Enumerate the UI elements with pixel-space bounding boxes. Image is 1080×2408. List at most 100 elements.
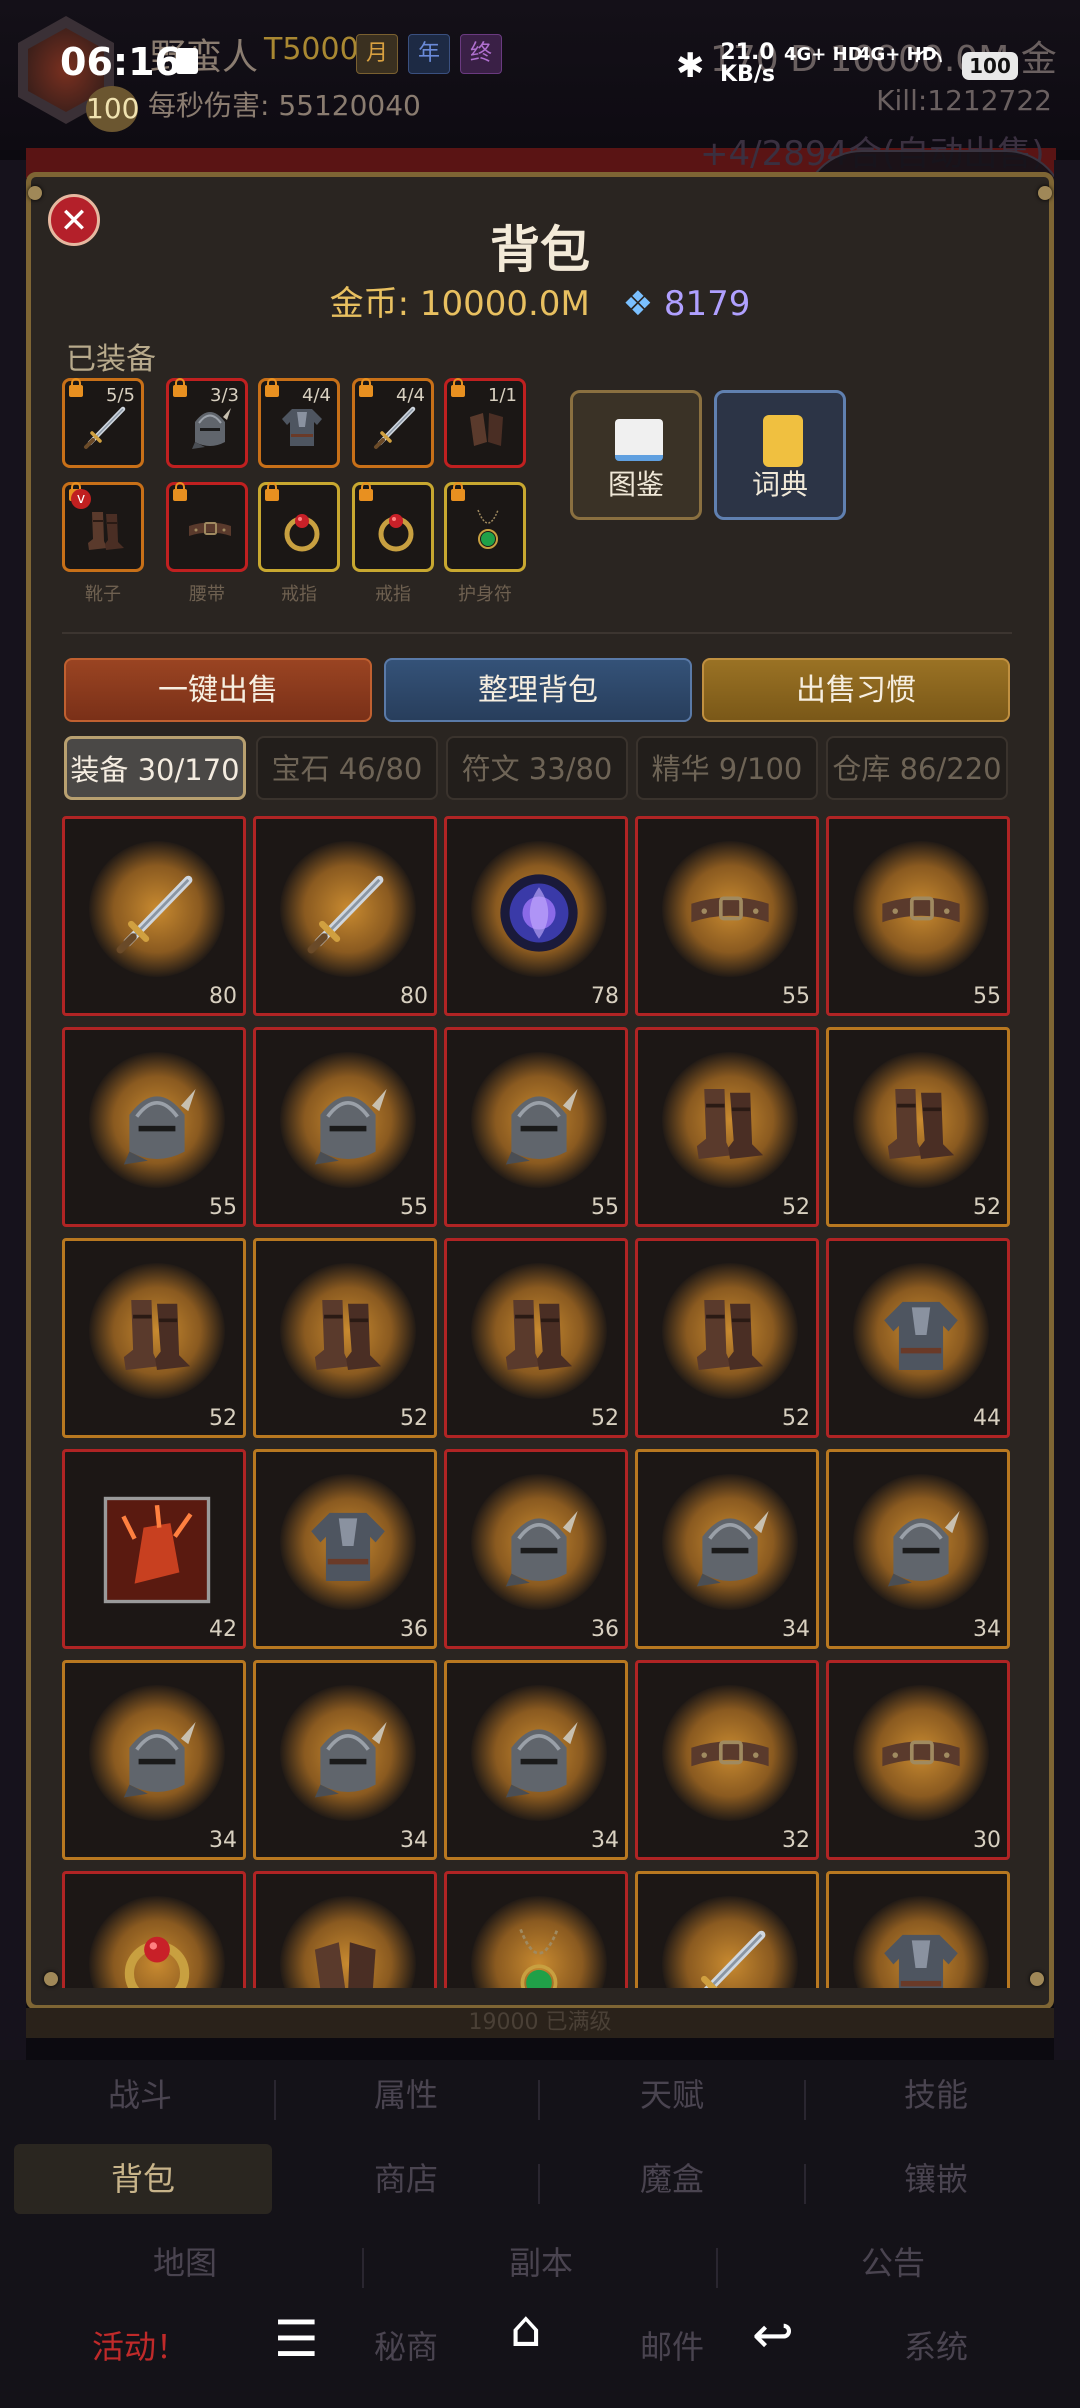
ring-icon bbox=[371, 503, 421, 559]
nav-events[interactable]: 活动！ bbox=[40, 2312, 240, 2382]
item-level: 80 bbox=[400, 984, 428, 1009]
inventory-item-helmet[interactable]: 34 bbox=[62, 1660, 246, 1860]
diamond-icon: ❖ bbox=[622, 284, 654, 324]
year-pass-badge[interactable]: 年 bbox=[408, 34, 450, 74]
item-level: 36 bbox=[591, 1617, 619, 1642]
inventory-item-helmet[interactable]: 34 bbox=[444, 1660, 628, 1860]
nav-secret-shop[interactable]: 秘商 bbox=[306, 2312, 506, 2382]
item-level: 52 bbox=[591, 1406, 619, 1431]
equipped-slot-ring[interactable] bbox=[352, 482, 434, 572]
sort-bag-button[interactable]: 整理背包 bbox=[384, 658, 692, 722]
helmet-icon bbox=[493, 1707, 585, 1807]
amulet-icon bbox=[493, 1918, 585, 1988]
nav-shop[interactable]: 商店 bbox=[306, 2144, 506, 2214]
tab-warehouse[interactable]: 仓库 86/220 bbox=[826, 736, 1008, 800]
slot-count: 1/1 bbox=[488, 385, 517, 406]
inventory-item-helmet[interactable]: 55 bbox=[62, 1027, 246, 1227]
inventory-item-armor[interactable]: 36 bbox=[253, 1449, 437, 1649]
slot-count: 4/4 bbox=[302, 385, 331, 406]
inventory-item-helmet[interactable]: 34 bbox=[826, 1449, 1010, 1649]
month-pass-badge[interactable]: 月 bbox=[356, 34, 398, 74]
nav-battle[interactable]: 战斗 bbox=[40, 2060, 240, 2130]
inventory-item-boots[interactable]: 52 bbox=[635, 1238, 819, 1438]
inventory-item-amulet[interactable] bbox=[444, 1871, 628, 1988]
nav-dungeon[interactable]: 副本 bbox=[436, 2228, 646, 2298]
signal-icon: 4G+ HD bbox=[784, 44, 863, 65]
equipped-slot-gloves[interactable]: 1/1 bbox=[444, 378, 526, 468]
inventory-item-boots[interactable]: 52 bbox=[444, 1238, 628, 1438]
inventory-item-ring[interactable] bbox=[62, 1871, 246, 1988]
boots-icon bbox=[81, 503, 131, 559]
inventory-item-boots[interactable]: 52 bbox=[62, 1238, 246, 1438]
belt-icon bbox=[185, 503, 235, 559]
inventory-item-belt[interactable]: 55 bbox=[826, 816, 1010, 1016]
inventory-item-belt[interactable]: 32 bbox=[635, 1660, 819, 1860]
inventory-item-sword[interactable]: 80 bbox=[62, 816, 246, 1016]
inventory-item-helmet[interactable]: 34 bbox=[253, 1660, 437, 1860]
inventory-item-armor[interactable] bbox=[826, 1871, 1010, 1988]
inventory-item-belt[interactable]: 30 bbox=[826, 1660, 1010, 1860]
lock-icon bbox=[173, 378, 187, 397]
inventory-item-boots[interactable]: 52 bbox=[826, 1027, 1010, 1227]
sell-habits-button[interactable]: 出售习惯 bbox=[702, 658, 1010, 722]
background-right bbox=[1054, 160, 1080, 2060]
equipped-slot-armor[interactable]: 4/4 bbox=[258, 378, 340, 468]
tab-equipment[interactable]: 装备 30/170 bbox=[64, 736, 246, 800]
equipped-slot-ring[interactable] bbox=[258, 482, 340, 572]
equipped-slot-amulet[interactable] bbox=[444, 482, 526, 572]
inventory-item-gloves[interactable] bbox=[253, 1871, 437, 1988]
inventory-item-belt[interactable]: 55 bbox=[635, 816, 819, 1016]
equipped-slot-helmet[interactable]: 3/3 bbox=[166, 378, 248, 468]
slot-caption: 戒指 bbox=[375, 584, 411, 605]
item-level: 34 bbox=[400, 1828, 428, 1853]
inventory-item-orb[interactable]: 78 bbox=[444, 816, 628, 1016]
inventory-item-sword[interactable]: 80 bbox=[253, 816, 437, 1016]
back-icon[interactable]: ↩ bbox=[752, 2306, 794, 2364]
tab-runes[interactable]: 符文 33/80 bbox=[446, 736, 628, 800]
sword-icon bbox=[684, 1918, 776, 1988]
inventory-item-helmet[interactable]: 55 bbox=[444, 1027, 628, 1227]
sword-icon bbox=[371, 399, 421, 455]
item-level: 34 bbox=[782, 1617, 810, 1642]
equipped-slot-sword[interactable]: 4/4 bbox=[352, 378, 434, 468]
inventory-item-sword[interactable] bbox=[635, 1871, 819, 1988]
lock-icon bbox=[69, 378, 83, 397]
nav-announcement[interactable]: 公告 bbox=[788, 2228, 998, 2298]
nav-system[interactable]: 系统 bbox=[836, 2312, 1036, 2382]
home-icon[interactable]: ⌂ bbox=[510, 2300, 542, 2358]
codex-button[interactable]: 图鉴 bbox=[570, 390, 702, 520]
nav-mail[interactable]: 邮件 bbox=[572, 2312, 772, 2382]
nav-magic-box[interactable]: 魔盒 bbox=[572, 2144, 772, 2214]
inventory-item-helmet[interactable]: 34 bbox=[635, 1449, 819, 1649]
nav-talents[interactable]: 天赋 bbox=[572, 2060, 772, 2130]
lock-icon bbox=[173, 482, 187, 501]
sell-all-button[interactable]: 一键出售 bbox=[64, 658, 372, 722]
nav-attributes[interactable]: 属性 bbox=[306, 2060, 506, 2130]
dictionary-button[interactable]: 词典 bbox=[714, 390, 846, 520]
helmet-icon bbox=[493, 1496, 585, 1596]
inventory-item-boots[interactable]: 52 bbox=[635, 1027, 819, 1227]
nav-map[interactable]: 地图 bbox=[80, 2228, 290, 2298]
tab-gems[interactable]: 宝石 46/80 bbox=[256, 736, 438, 800]
nav-skills[interactable]: 技能 bbox=[836, 2060, 1036, 2130]
inventory-item-armor[interactable]: 44 bbox=[826, 1238, 1010, 1438]
helmet-icon bbox=[302, 1707, 394, 1807]
helmet-icon bbox=[875, 1496, 967, 1596]
nav-socket[interactable]: 镶嵌 bbox=[836, 2144, 1036, 2214]
lock-icon bbox=[359, 482, 373, 501]
item-level: 52 bbox=[400, 1406, 428, 1431]
inventory-item-helmet[interactable]: 55 bbox=[253, 1027, 437, 1227]
equipped-slot-sword[interactable]: 5/5 bbox=[62, 378, 144, 468]
lifetime-pass-badge[interactable]: 终 bbox=[460, 34, 502, 74]
equipped-slot-belt[interactable] bbox=[166, 482, 248, 572]
menu-icon[interactable]: ☰ bbox=[274, 2310, 319, 2368]
item-level: 30 bbox=[973, 1828, 1001, 1853]
inventory-item-gauntlet[interactable]: 42 bbox=[62, 1449, 246, 1649]
tab-essence[interactable]: 精华 9/100 bbox=[636, 736, 818, 800]
belt-icon bbox=[875, 863, 967, 963]
inventory-item-helmet[interactable]: 36 bbox=[444, 1449, 628, 1649]
diamond-amount: 8179 bbox=[663, 284, 751, 324]
inventory-item-boots[interactable]: 52 bbox=[253, 1238, 437, 1438]
equipped-slot-boots[interactable]: v bbox=[62, 482, 144, 572]
nav-backpack[interactable]: 背包 bbox=[14, 2144, 272, 2214]
